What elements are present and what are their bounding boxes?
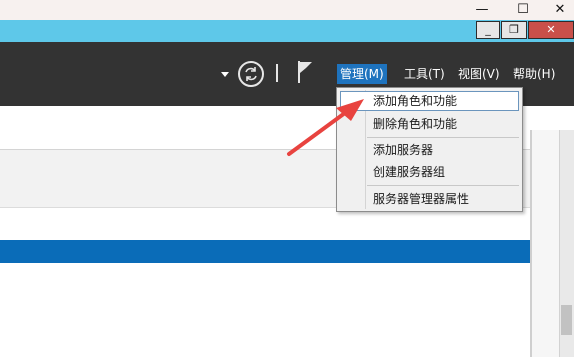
window-minimize-button[interactable]: _ (476, 21, 500, 39)
menu-item-add-servers[interactable]: 添加服务器 (340, 140, 519, 160)
outer-minimize-button[interactable]: — (470, 0, 494, 20)
outer-close-button[interactable]: ✕ (548, 0, 572, 20)
menu-tools[interactable]: 工具(T) (401, 64, 448, 84)
refresh-icon[interactable] (238, 61, 264, 87)
window-restore-button[interactable]: ❐ (501, 21, 527, 39)
menu-manage[interactable]: 管理(M) (337, 64, 387, 84)
menu-separator (367, 185, 519, 186)
dropdown-arrow-icon[interactable] (221, 72, 229, 77)
manage-dropdown-menu: 添加角色和功能 删除角色和功能 添加服务器 创建服务器组 服务器管理器属性 (336, 87, 523, 212)
menu-item-create-server-group[interactable]: 创建服务器组 (340, 162, 519, 182)
menu-separator (367, 137, 519, 138)
window-close-button[interactable]: ✕ (528, 21, 574, 39)
content-banner (0, 240, 530, 263)
menu-help[interactable]: 帮助(H) (510, 64, 558, 84)
menu-item-remove-roles-features[interactable]: 删除角色和功能 (340, 114, 519, 134)
outer-title-bar: — ☐ ✕ (0, 0, 574, 20)
menu-item-server-manager-properties[interactable]: 服务器管理器属性 (340, 189, 519, 209)
scrollbar-thumb[interactable] (561, 305, 572, 335)
menu-item-add-roles-features[interactable]: 添加角色和功能 (340, 91, 519, 111)
window-title-bar: _ ❐ ✕ (0, 20, 574, 42)
toolbar-separator (276, 64, 278, 82)
menu-view[interactable]: 视图(V) (455, 64, 503, 84)
panel-divider (530, 130, 532, 357)
outer-maximize-button[interactable]: ☐ (511, 0, 535, 20)
flag-icon[interactable] (296, 60, 316, 84)
screen: — ☐ ✕ _ ❐ ✕ 管理(M) 工具(T) 视图(V) 帮助(H) 添加角色… (0, 0, 574, 357)
